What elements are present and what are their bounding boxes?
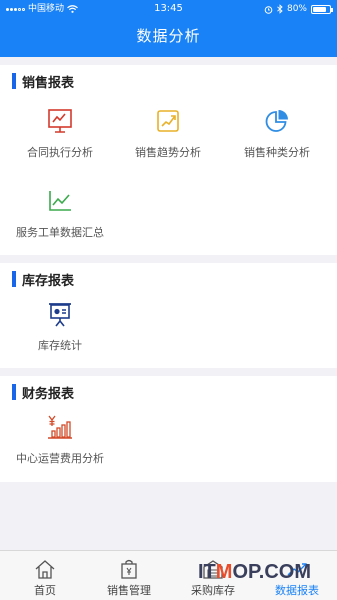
line-chart-icon: [49, 191, 71, 211]
tab-label: 采购库存: [191, 584, 235, 597]
status-bar: 中国移动 13:45 80%: [0, 0, 337, 18]
trend-chart-icon: [157, 110, 179, 132]
tab-label: 首页: [34, 584, 56, 597]
home-icon: [35, 560, 55, 579]
battery-percent: 80%: [286, 4, 307, 14]
pie-chart-icon: [265, 110, 288, 132]
report-label: 销售趋势分析: [135, 146, 201, 159]
tab-sales-management[interactable]: 销售管理: [87, 551, 171, 600]
section-sales-report: 销售报表 合同执行分析 销售趋势分析 销售种类分析 服务工单数据汇总: [0, 65, 337, 255]
section-finance-report: 财务报表 中心运营费用分析: [0, 376, 337, 482]
report-label: 中心运营费用分析: [16, 452, 104, 465]
report-inventory-stats[interactable]: 库存统计: [4, 301, 116, 353]
report-center-operating-cost[interactable]: 中心运营费用分析: [4, 414, 116, 466]
section-title: 库存报表: [22, 273, 75, 289]
status-right: 80%: [264, 0, 333, 18]
section-title: 销售报表: [22, 75, 75, 91]
section-accent-bar: [12, 271, 16, 287]
report-label: 合同执行分析: [27, 146, 93, 159]
presentation-board-icon: [49, 303, 71, 327]
yuan-bar-chart-icon: [48, 415, 72, 439]
top-bar: 中国移动 13:45 80% 数据分析: [0, 0, 337, 57]
section-header: 财务报表: [12, 383, 75, 402]
report-label: 服务工单数据汇总: [16, 226, 104, 239]
report-contract-execution[interactable]: 合同执行分析: [4, 108, 116, 160]
page-title: 数据分析: [136, 27, 201, 45]
shopping-bag-icon: [121, 559, 137, 579]
tab-label: 数据报表: [275, 584, 319, 597]
section-title: 财务报表: [22, 386, 75, 402]
section-inventory-report: 库存报表 库存统计: [0, 263, 337, 368]
report-label: 销售种类分析: [244, 146, 310, 159]
report-sales-trend[interactable]: 销售趋势分析: [112, 108, 224, 160]
section-header: 销售报表: [12, 72, 75, 91]
battery-icon: [311, 4, 333, 14]
report-sales-category[interactable]: 销售种类分析: [221, 108, 333, 160]
section-accent-bar: [12, 73, 16, 89]
tab-home[interactable]: 首页: [3, 551, 87, 600]
alarm-icon: [264, 5, 273, 14]
section-accent-bar: [12, 384, 16, 400]
tab-label: 销售管理: [107, 584, 151, 597]
section-header: 库存报表: [12, 270, 75, 289]
report-service-orders[interactable]: 服务工单数据汇总: [4, 188, 116, 240]
report-label: 库存统计: [38, 339, 82, 352]
watermark: ITMOP.COM: [198, 561, 311, 583]
bluetooth-icon: [277, 4, 283, 14]
contract-chart-icon: [48, 109, 72, 133]
